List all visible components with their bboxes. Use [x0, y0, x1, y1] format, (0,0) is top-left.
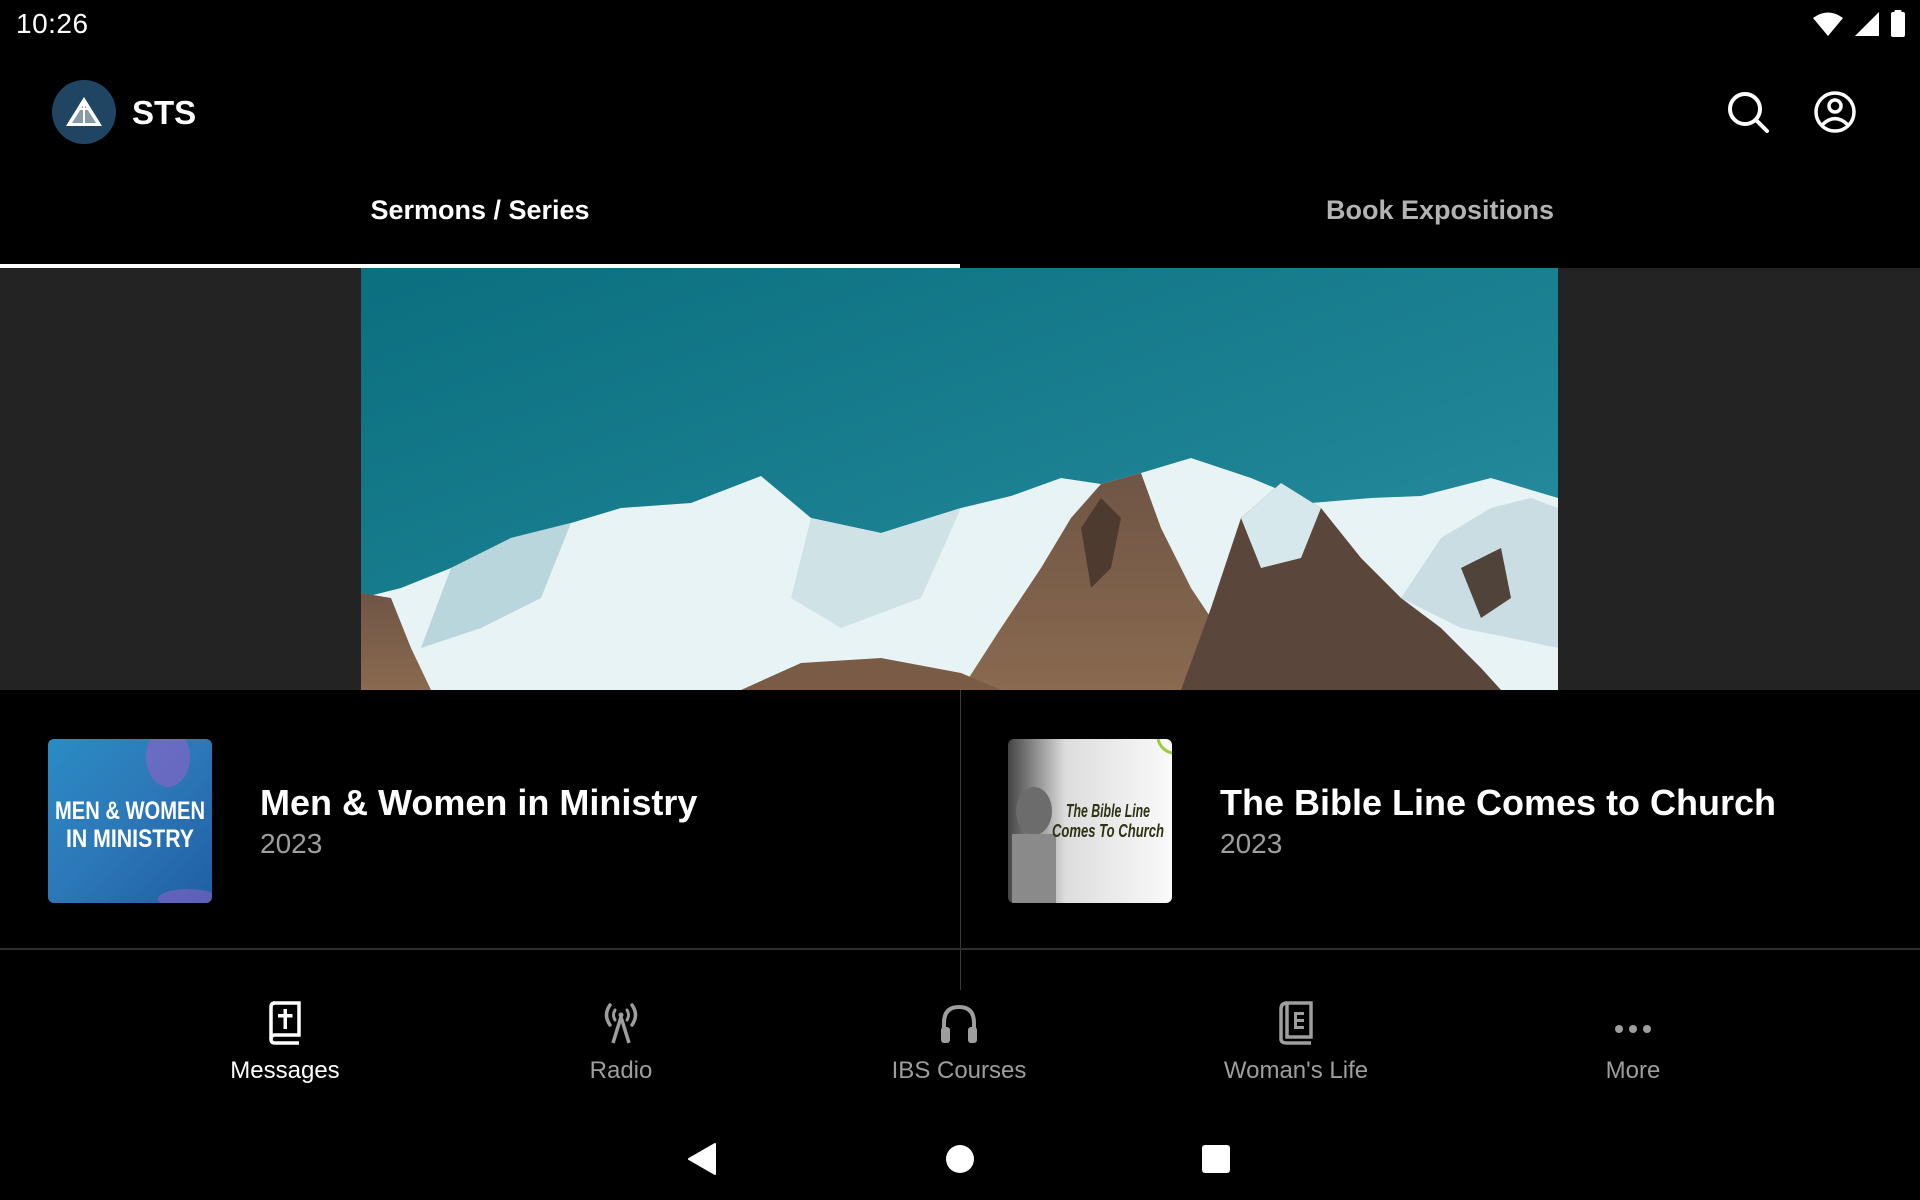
system-back-button[interactable] — [677, 1134, 727, 1184]
book-icon — [1279, 1001, 1313, 1045]
back-triangle-icon — [688, 1143, 716, 1175]
series-card[interactable]: MEN & WOMEN IN MINISTRY Men & Women in M… — [0, 690, 960, 950]
wifi-icon — [1812, 11, 1844, 37]
status-time: 10:26 — [16, 8, 89, 39]
series-title: Men & Women in Ministry — [260, 782, 698, 823]
series-thumbnail: The Bible Line Comes To Church — [1008, 739, 1172, 903]
search-icon — [1728, 92, 1769, 133]
nav-label: IBS Courses — [891, 1057, 1027, 1084]
app-bar: STS — [0, 50, 1920, 175]
nav-womans-life[interactable]: Woman's Life — [1176, 995, 1416, 1095]
banner-image[interactable] — [361, 268, 1558, 690]
series-title: The Bible Line Comes to Church — [1220, 782, 1777, 823]
status-icons — [1812, 10, 1906, 38]
thumbnail-text-line: IN MINISTRY — [66, 825, 194, 853]
sts-logo[interactable] — [52, 80, 116, 144]
tab-book-expositions[interactable]: Book Expositions — [960, 175, 1920, 268]
cellular-signal-icon — [1854, 11, 1880, 37]
headphones-icon — [941, 1004, 977, 1043]
nav-label: Messages — [230, 1057, 340, 1084]
nav-label: More — [1605, 1057, 1661, 1084]
account-button[interactable] — [1807, 84, 1863, 140]
row-divider — [0, 948, 1920, 950]
bible-icon — [269, 1001, 301, 1045]
system-recents-button[interactable] — [1191, 1134, 1241, 1184]
bottom-navigation: Messages Radio IBS Courses Woman's Life … — [0, 995, 1920, 1100]
tab-bar: Sermons / Series Book Expositions — [0, 175, 1920, 268]
thumbnail-text-line: The Bible Line — [1066, 801, 1150, 821]
search-button[interactable] — [1720, 84, 1776, 140]
tab-sermons-series[interactable]: Sermons / Series — [0, 175, 960, 268]
tab-label: Sermons / Series — [370, 195, 590, 225]
nav-label: Radio — [589, 1057, 653, 1084]
system-navigation-bar — [0, 1120, 1920, 1200]
series-card[interactable]: The Bible Line Comes To Church The Bible… — [961, 690, 1920, 950]
logo-triangle-icon — [66, 97, 102, 126]
recents-square-icon — [1202, 1145, 1230, 1173]
status-bar: 10:26 — [0, 0, 1920, 50]
nav-radio[interactable]: Radio — [501, 995, 741, 1095]
tab-label: Book Expositions — [1325, 195, 1555, 225]
featured-banner — [0, 268, 1920, 690]
nav-more[interactable]: More — [1513, 995, 1753, 1095]
series-year: 2023 — [260, 828, 323, 859]
nav-messages[interactable]: Messages — [165, 995, 405, 1095]
account-circle-icon — [1814, 91, 1856, 133]
thumbnail-text-line: Comes To Church — [1052, 821, 1164, 841]
thumbnail-text-line: MEN & WOMEN — [55, 797, 205, 825]
system-home-button[interactable] — [935, 1134, 985, 1184]
more-horiz-icon — [1615, 1025, 1651, 1033]
nav-ibs-courses[interactable]: IBS Courses — [839, 995, 1079, 1095]
radio-tower-icon — [604, 1003, 638, 1044]
battery-icon — [1890, 10, 1906, 38]
app-title: STS — [132, 94, 197, 131]
series-thumbnail: MEN & WOMEN IN MINISTRY — [48, 739, 212, 903]
home-circle-icon — [946, 1145, 974, 1173]
series-year: 2023 — [1220, 828, 1283, 859]
column-divider — [960, 690, 961, 990]
nav-label: Woman's Life — [1223, 1057, 1369, 1084]
